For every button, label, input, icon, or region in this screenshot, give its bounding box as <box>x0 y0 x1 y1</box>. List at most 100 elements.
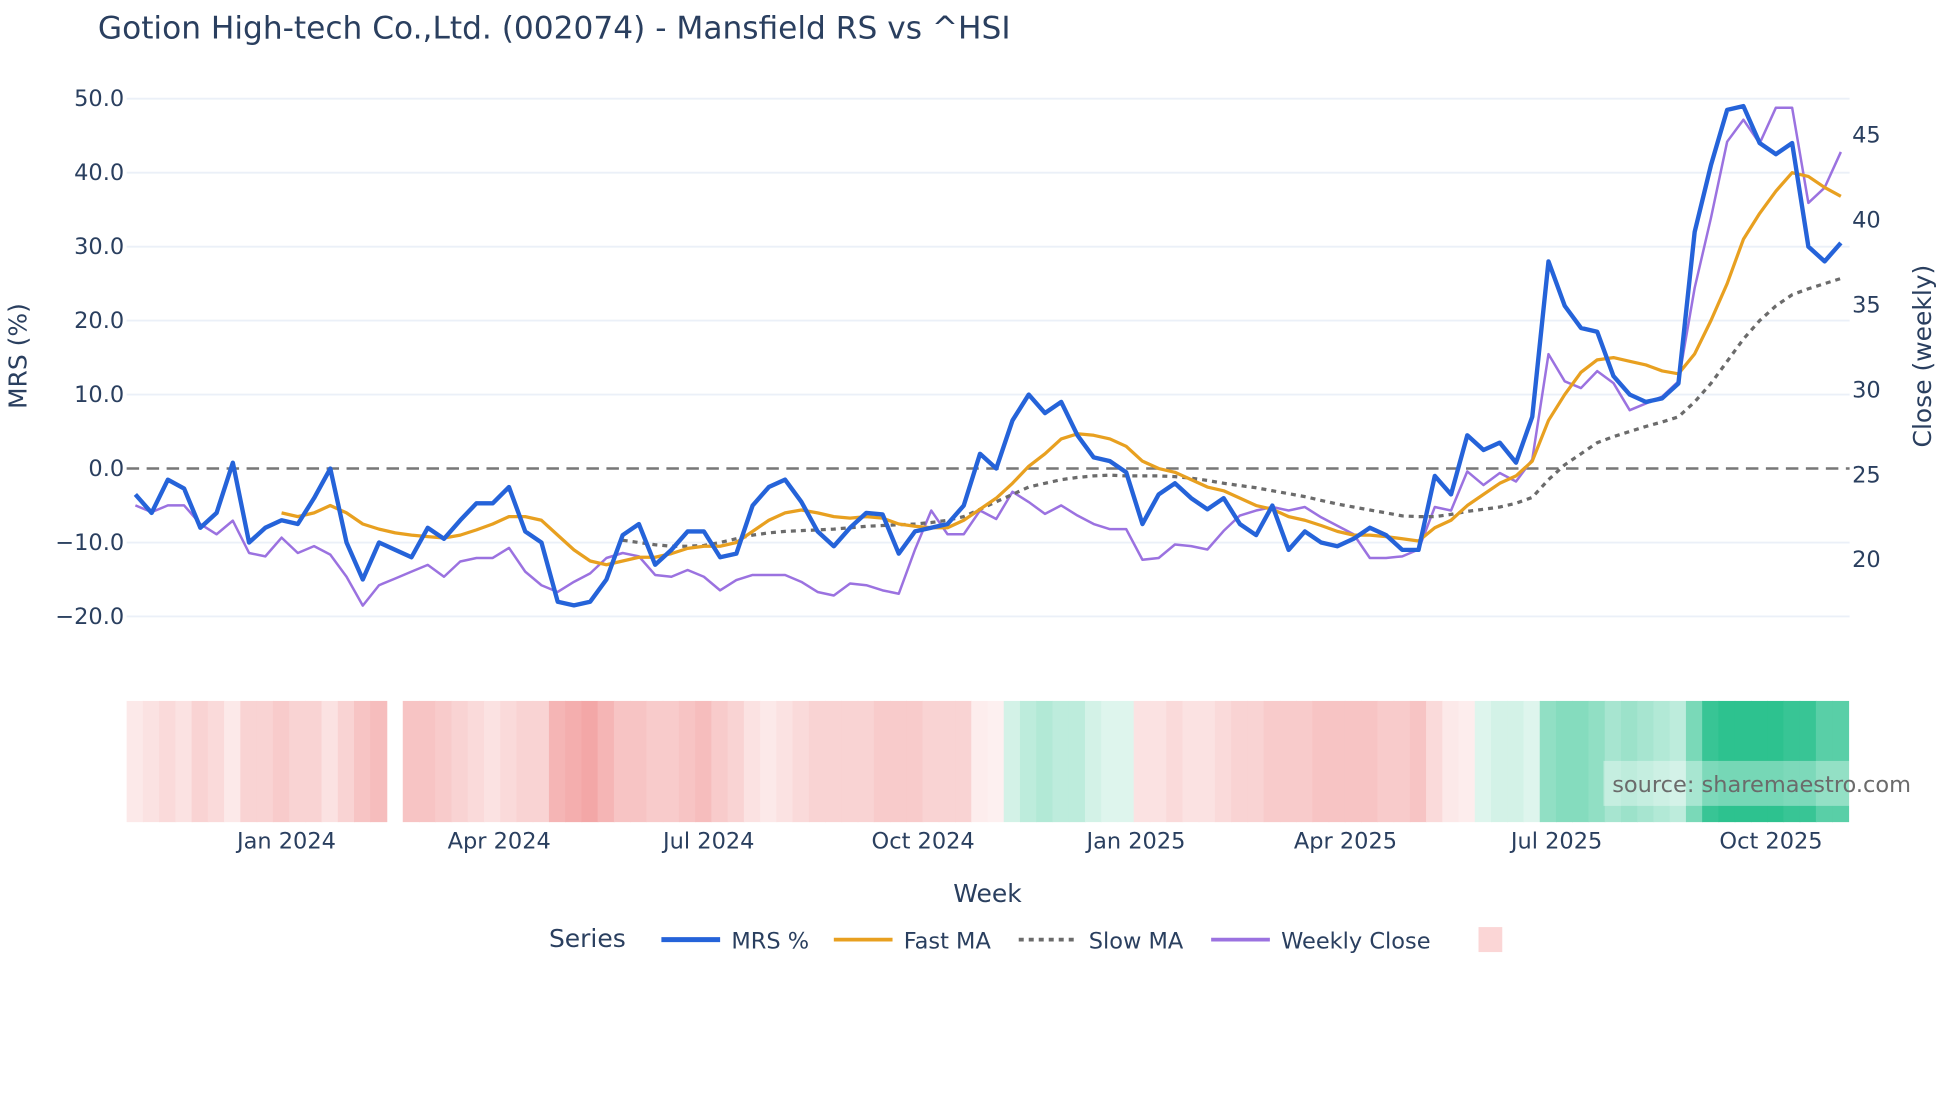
heatmap-cell <box>1149 700 1167 823</box>
y2-tick-label: 35 <box>1852 292 1881 318</box>
heatmap-cell <box>1572 700 1590 823</box>
y2-tick-label: 20 <box>1852 547 1881 573</box>
heatmap-cell <box>500 700 518 823</box>
heatmap-cell <box>159 700 177 823</box>
heatmap-cell <box>1426 700 1444 823</box>
heatmap-cell <box>1442 700 1460 823</box>
heatmap-cell <box>1117 700 1135 823</box>
heatmap-cell <box>483 700 501 823</box>
heatmap-cell <box>695 700 713 823</box>
y2-tick-label: 45 <box>1852 122 1881 148</box>
heatmap-cell <box>532 700 550 823</box>
legend-label: Weekly Close <box>1281 928 1430 954</box>
heatmap-cell <box>1084 700 1102 823</box>
heatmap-cell <box>516 700 534 823</box>
heatmap-cell <box>808 700 826 823</box>
heatmap-cell <box>678 700 696 823</box>
y2-axis-ticks: 45 40 35 30 25 20 <box>1852 122 1881 573</box>
heatmap-cell <box>1555 700 1573 823</box>
heatmap-cell <box>1377 700 1395 823</box>
heatmap-cell <box>857 700 875 823</box>
mrs-chart: Gotion High-tech Co.,Ltd. (002074) - Man… <box>4 11 1937 955</box>
heatmap-cell <box>354 700 372 823</box>
heatmap-cell <box>630 700 648 823</box>
heatmap-cell <box>1214 700 1232 823</box>
heatmap-cell <box>1247 700 1265 823</box>
heatmap-cell <box>224 700 242 823</box>
legend-item-heatmap[interactable] <box>1478 927 1503 953</box>
heatmap-cell <box>1312 700 1330 823</box>
x-tick-label: Jul 2025 <box>1509 828 1602 854</box>
x-tick-label: Oct 2025 <box>1719 828 1822 854</box>
heatmap-cell <box>727 700 745 823</box>
heatmap-cell <box>402 700 420 823</box>
y-axis-label: MRS (%) <box>4 303 33 409</box>
heatmap-cell <box>873 700 891 823</box>
legend-label: Slow MA <box>1089 928 1184 954</box>
heatmap-cell <box>743 700 761 823</box>
heatmap-cell <box>435 700 453 823</box>
heatmap-cell <box>289 700 307 823</box>
heatmap-cell <box>272 700 290 823</box>
heatmap-cell <box>1474 700 1492 823</box>
heatmap-cell <box>256 700 274 823</box>
heatmap-cell <box>1052 700 1070 823</box>
y-tick-label: −10.0 <box>55 530 124 556</box>
heatmap-cell <box>581 700 599 823</box>
gridlines <box>126 97 1850 618</box>
heatmap-cell <box>613 700 631 823</box>
heatmap-cell <box>175 700 193 823</box>
y-tick-label: 40.0 <box>74 160 124 186</box>
x-tick-label: Jan 2025 <box>1084 828 1185 854</box>
legend-item[interactable]: Weekly Close <box>1211 928 1431 954</box>
heatmap-cell <box>1019 700 1037 823</box>
legend-item[interactable]: MRS % <box>661 928 809 954</box>
heatmap-cell <box>1279 700 1297 823</box>
y-tick-label: 10.0 <box>74 382 124 408</box>
heatmap-cell <box>1101 700 1119 823</box>
y-tick-label: 50.0 <box>74 86 124 112</box>
legend: Series MRS % Fast MA Slow MA Weekly Close <box>549 924 1503 954</box>
heatmap-cell <box>1491 700 1509 823</box>
legend-item[interactable]: Fast MA <box>833 928 992 954</box>
heatmap-cell <box>1003 700 1021 823</box>
heatmap-cell <box>906 700 924 823</box>
heatmap-cell <box>662 700 680 823</box>
y-tick-label: −20.0 <box>55 604 124 630</box>
y2-tick-label: 30 <box>1852 377 1881 403</box>
heatmap-cell <box>240 700 258 823</box>
heatmap-cell <box>955 700 973 823</box>
heatmap-cell <box>938 700 956 823</box>
heatmap-cell <box>646 700 664 823</box>
heatmap-cell <box>191 700 209 823</box>
heatmap-cell <box>305 700 323 823</box>
x-tick-label: Apr 2025 <box>1294 828 1397 854</box>
heatmap-cell <box>1588 700 1606 823</box>
heatmap-cell <box>1523 700 1541 823</box>
x-tick-label: Jan 2024 <box>235 828 336 854</box>
heatmap-cell <box>1036 700 1054 823</box>
x-tick-label: Oct 2024 <box>872 828 975 854</box>
heatmap-cell <box>841 700 859 823</box>
heatmap-cell <box>1198 700 1216 823</box>
series-lines <box>133 103 1843 608</box>
source-annotation: source: sharemaestro.com <box>1612 772 1911 798</box>
heatmap-cell <box>1068 700 1086 823</box>
heatmap-cell <box>207 700 225 823</box>
legend-item[interactable]: Slow MA <box>1018 928 1184 954</box>
heatmap-cell <box>1393 700 1411 823</box>
heatmap-cell <box>1133 700 1151 823</box>
heatmap-cell <box>467 700 485 823</box>
x-axis-label: Week <box>953 879 1022 908</box>
legend-title: Series <box>549 924 626 953</box>
heatmap-cell <box>597 700 615 823</box>
heatmap-cell <box>890 700 908 823</box>
legend-swatch-heatmap <box>1478 927 1503 953</box>
heatmap-cell <box>1166 700 1184 823</box>
heatmap-cell <box>370 700 388 823</box>
x-tick-label: Apr 2024 <box>448 828 551 854</box>
heatmap-cell <box>922 700 940 823</box>
y-tick-label: 0.0 <box>88 456 124 482</box>
legend-label: MRS % <box>731 928 809 954</box>
heatmap-cell <box>987 700 1005 823</box>
